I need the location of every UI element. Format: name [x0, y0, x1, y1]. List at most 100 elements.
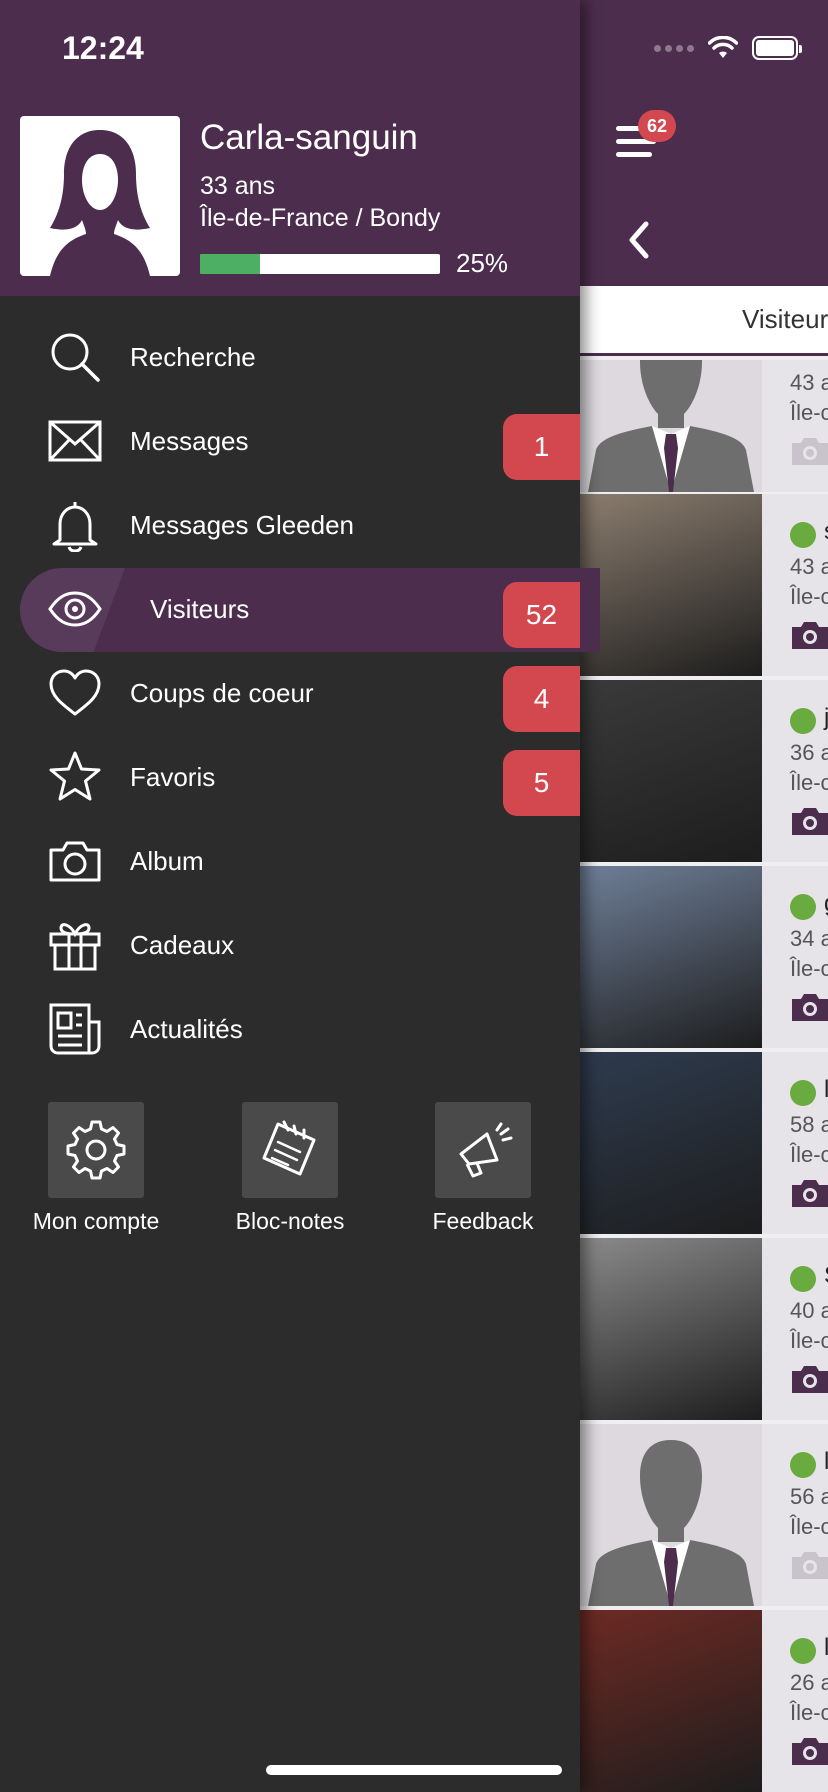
menu-item-label: Actualités [130, 1014, 243, 1044]
photos-camera-icon[interactable] [790, 1735, 828, 1767]
visitor-card[interactable]: j 36 a Île-c [580, 680, 828, 862]
menu-item-visiteurs[interactable]: Visiteurs 52 [0, 568, 580, 652]
menu-item-label: Recherche [130, 342, 256, 372]
favorites-count-badge: 5 [503, 750, 580, 816]
visitor-name: g [824, 890, 828, 918]
menu-item-label: Favoris [130, 762, 216, 792]
profile-age: 33 ans [200, 172, 276, 200]
newspaper-icon [49, 1003, 101, 1055]
visitors-count-badge: 52 [503, 582, 580, 648]
menu-item-label: Coups de coeur [130, 678, 314, 708]
notepad-icon [262, 1120, 316, 1176]
menu-item-cadeaux[interactable]: Cadeaux [0, 904, 580, 988]
online-status-dot [790, 522, 816, 548]
visitor-card[interactable]: g 34 a Île-c [580, 866, 828, 1048]
visitor-photo [580, 866, 762, 1048]
feedback-label: Feedback [432, 1208, 534, 1234]
male-silhouette-icon [588, 360, 754, 492]
bell-icon [52, 502, 98, 552]
battery-icon [752, 36, 802, 60]
search-icon [51, 333, 100, 382]
online-status-dot [790, 894, 816, 920]
menu-item-favoris[interactable]: Favoris 5 [0, 736, 580, 820]
profile-location: Île-de-France / Bondy [200, 204, 441, 232]
default-avatar [580, 360, 762, 492]
cellular-signal-icon [654, 44, 694, 52]
visitor-region: Île-c [790, 956, 828, 981]
visitor-region: Île-c [790, 770, 828, 795]
notification-badge: 62 [638, 110, 676, 142]
menu-item-messages[interactable]: Messages 1 [0, 400, 580, 484]
visitor-card[interactable]: s 43 a Île-c [580, 494, 828, 676]
visitor-region: Île-c [790, 1700, 828, 1725]
visitor-card[interactable]: 43 a Île-c [580, 360, 828, 492]
account-label: Mon compte [32, 1208, 160, 1234]
account-button[interactable] [48, 1102, 144, 1198]
photos-camera-icon[interactable] [790, 1549, 828, 1581]
feedback-button[interactable] [435, 1102, 531, 1198]
side-drawer: 12:24 Carla-sanguin 33 ans Île-de-France… [0, 0, 600, 1792]
visitor-region: Île-c [790, 1142, 828, 1167]
wifi-icon [708, 36, 738, 58]
visitor-region: Île-c [790, 400, 828, 425]
crushes-count-badge: 4 [503, 666, 580, 732]
menu-item-actualites[interactable]: Actualités [0, 988, 580, 1072]
visitor-region: Île-c [790, 1328, 828, 1353]
menu-item-messages-gleeden[interactable]: Messages Gleeden [0, 484, 580, 568]
photos-camera-icon[interactable] [790, 991, 828, 1023]
tab-visiteurs[interactable]: Visiteurs [742, 304, 828, 335]
visitor-age: 56 a [790, 1484, 828, 1509]
photos-camera-icon[interactable] [790, 619, 828, 651]
visitor-card[interactable]: l 26 a Île-c [580, 1610, 828, 1792]
menu-item-coups-de-coeur[interactable]: Coups de coeur 4 [0, 652, 580, 736]
visitor-photo [580, 1610, 762, 1792]
notepad-button[interactable] [242, 1102, 338, 1198]
menu-item-album[interactable]: Album [0, 820, 580, 904]
menu-item-label: Album [130, 846, 204, 876]
profile-username: Carla-sanguin [200, 118, 418, 157]
visitor-photo [580, 494, 762, 676]
visitor-name: S [824, 1262, 828, 1290]
visitor-photo [580, 1238, 762, 1420]
messages-count-badge: 1 [503, 414, 580, 480]
visitor-age: 40 a [790, 1298, 828, 1323]
profile-header: 12:24 Carla-sanguin 33 ans Île-de-France… [0, 0, 580, 296]
photos-camera-icon[interactable] [790, 1177, 828, 1209]
male-silhouette-icon [588, 1440, 754, 1606]
default-avatar [580, 1424, 762, 1606]
online-status-dot [790, 708, 816, 734]
photos-camera-icon[interactable] [790, 435, 828, 467]
profile-completion-fill [200, 254, 260, 274]
visitor-card[interactable]: S 40 a Île-c [580, 1238, 828, 1420]
visitor-name: j [824, 704, 828, 731]
visitor-name: l [824, 1448, 828, 1475]
visitor-age: 36 a [790, 740, 828, 765]
female-silhouette-icon [50, 130, 150, 276]
menu-item-label: Visiteurs [150, 594, 250, 624]
online-status-dot [790, 1638, 816, 1664]
visitor-photo [580, 680, 762, 862]
visitor-card[interactable]: l 56 a Île-c [580, 1424, 828, 1606]
megaphone-icon [459, 1122, 513, 1178]
menu-item-recherche[interactable]: Recherche [0, 316, 580, 400]
photos-camera-icon[interactable] [790, 1363, 828, 1395]
eye-icon [48, 591, 102, 627]
menu-item-label: Messages [130, 426, 249, 456]
avatar[interactable] [20, 116, 180, 276]
heart-icon [49, 669, 101, 716]
status-time: 12:24 [62, 30, 144, 66]
menu-item-label: Messages Gleeden [130, 510, 355, 540]
status-indicators [654, 36, 802, 60]
notepad-label: Bloc-notes [235, 1208, 345, 1234]
star-icon [49, 751, 101, 801]
visitor-age: 43 a [790, 554, 828, 579]
photos-camera-icon[interactable] [790, 805, 828, 837]
visitor-name: s [824, 518, 828, 546]
back-chevron-icon[interactable] [624, 220, 654, 260]
visitor-age: 43 a [790, 370, 828, 395]
online-status-dot [790, 1080, 816, 1106]
visitor-card[interactable]: l 58 a Île-c [580, 1052, 828, 1234]
visitor-age: 58 a [790, 1112, 828, 1137]
visitor-photo [580, 1052, 762, 1234]
visitor-age: 26 a [790, 1670, 828, 1695]
